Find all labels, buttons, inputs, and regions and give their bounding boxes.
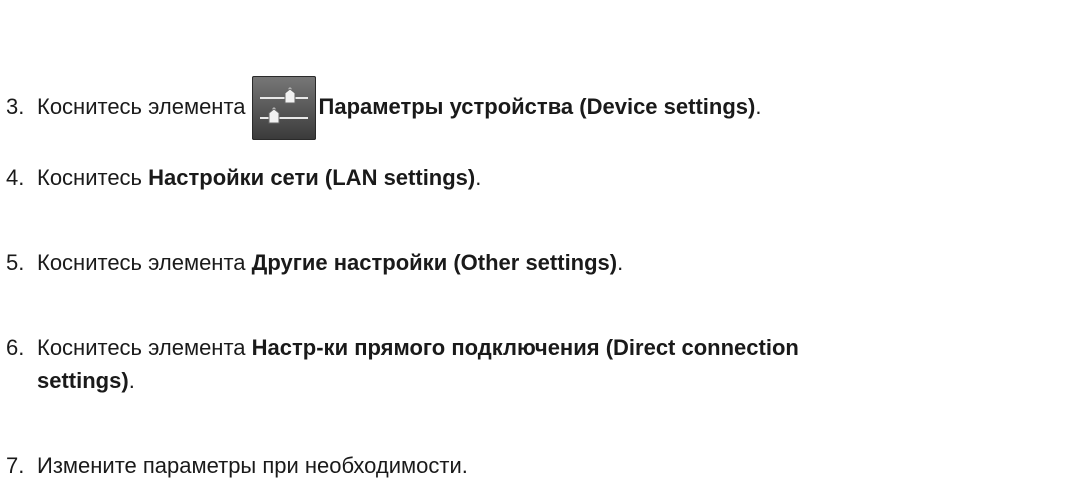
step-text: Коснитесь элемента: [37, 94, 246, 119]
step-target: Параметры устройства (Device settings): [318, 94, 756, 119]
step-4: 4. Коснитесь Настройки сети (LAN settings…: [6, 161, 481, 194]
step-number: 5.: [6, 250, 25, 275]
step-text: Коснитесь: [37, 165, 143, 190]
step-text: Измените параметры при необходимости.: [37, 453, 468, 478]
step-3: 3. Коснитесь элемента Параметры устройств…: [6, 76, 761, 140]
step-punct: .: [128, 368, 135, 393]
device-settings-sliders-icon: [251, 76, 316, 140]
step-7: 7. Измените параметры при необходимости.: [6, 449, 468, 482]
step-text: Коснитесь элемента: [37, 335, 246, 360]
step-target: Настр-ки прямого подключения (Direct con…: [251, 335, 799, 360]
step-number: 4.: [6, 165, 25, 190]
instruction-steps: 3. Коснитесь элемента Параметры устройств…: [0, 0, 1088, 498]
step-target: Другие настройки (Other settings): [251, 250, 618, 275]
step-text: Коснитесь элемента: [37, 250, 246, 275]
step-6-continuation: settings).: [37, 364, 135, 397]
step-6: 6. Коснитесь элемента Настр-ки прямого по…: [6, 331, 799, 364]
step-punct: .: [475, 165, 482, 190]
step-punct: .: [617, 250, 624, 275]
step-5: 5. Коснитесь элемента Другие настройки (O…: [6, 246, 623, 279]
step-number: 3.: [6, 94, 25, 119]
step-punct: .: [755, 94, 762, 119]
step-target: Настройки сети (LAN settings): [148, 165, 476, 190]
step-number: 6.: [6, 335, 25, 360]
step-number: 7.: [6, 453, 25, 478]
step-target-cont: settings): [37, 368, 129, 393]
